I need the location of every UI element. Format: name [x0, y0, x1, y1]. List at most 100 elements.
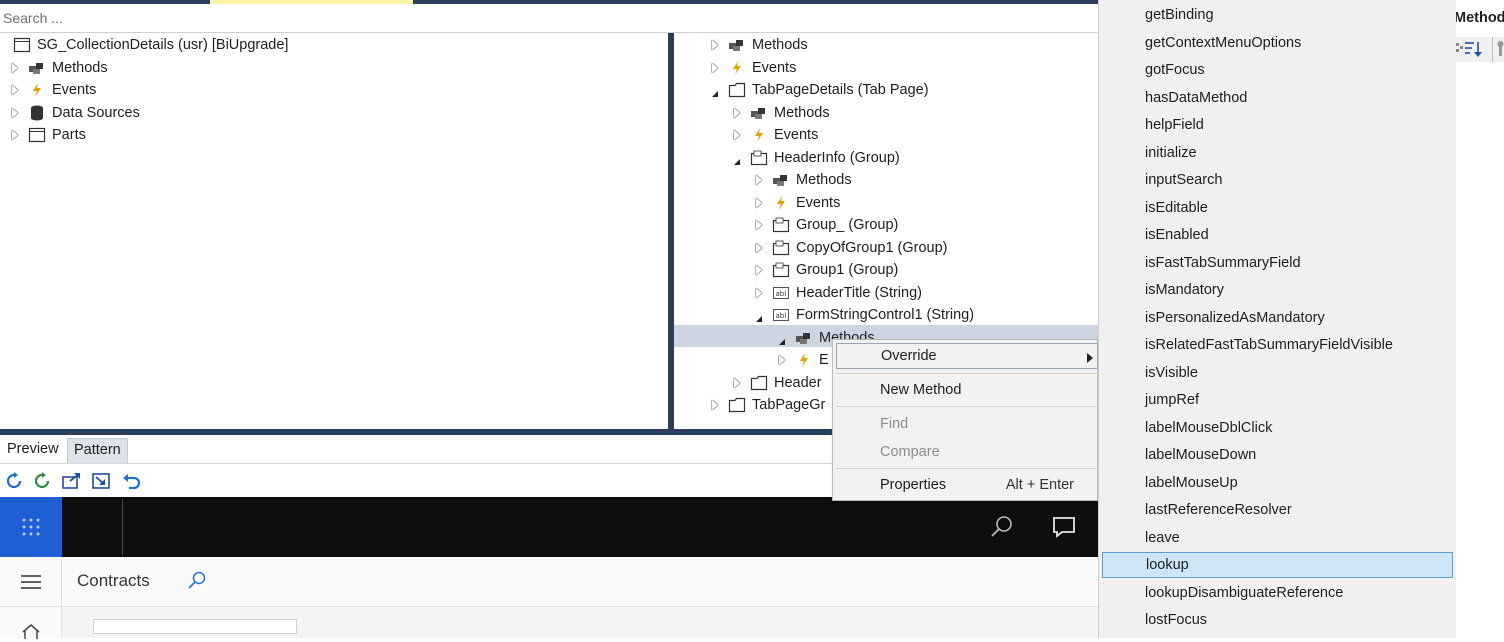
menu-item-properties[interactable]: Properties Alt + Enter [836, 472, 1098, 498]
sync-icon[interactable] [32, 471, 52, 491]
dock-icon[interactable] [92, 471, 112, 491]
method-list-item[interactable]: hasDataMethod [1102, 85, 1453, 111]
method-list-item[interactable]: isEnabled [1102, 222, 1453, 248]
method-list-item[interactable]: gotFocus [1102, 57, 1453, 83]
tree-item-methods[interactable]: Methods [6, 57, 108, 79]
tree-item-parts[interactable]: Parts [6, 124, 86, 146]
tree-item[interactable]: Methods [728, 102, 830, 124]
method-list-item[interactable]: isMandatory [1102, 277, 1453, 303]
tab-pattern[interactable]: Pattern [67, 438, 128, 463]
expand-toggle-icon[interactable] [773, 349, 791, 371]
tree-item[interactable]: CopyOfGroup1 (Group) [750, 237, 948, 259]
menu-item-new-method[interactable]: New Method [836, 377, 1098, 403]
group-icon [749, 149, 769, 167]
expand-toggle-icon[interactable] [706, 394, 724, 416]
tree-item[interactable]: Events [706, 57, 796, 79]
tree-item-label: Events [796, 194, 841, 211]
method-list-item[interactable]: getBinding [1102, 2, 1453, 28]
menu-item-find[interactable]: Find [836, 411, 1098, 437]
expand-toggle-icon[interactable] [750, 282, 768, 304]
method-list-item[interactable]: isRelatedFastTabSummaryFieldVisible [1102, 332, 1453, 358]
search-input[interactable] [0, 4, 1098, 32]
tree-item-data-sources[interactable]: Data Sources [6, 102, 140, 124]
tree-item[interactable]: Header [728, 372, 822, 394]
search-bar [0, 4, 1098, 33]
open-external-icon[interactable] [62, 471, 82, 491]
method-list-item[interactable]: helpField [1102, 112, 1453, 138]
method-list-item[interactable]: initialize [1102, 140, 1453, 166]
method-list-item[interactable]: labelMouseUp [1102, 470, 1453, 496]
method-list-item[interactable]: jumpRef [1102, 387, 1453, 413]
method-list-item[interactable]: isEditable [1102, 195, 1453, 221]
method-list-item[interactable]: lookupDisambiguateReference [1102, 580, 1453, 606]
expand-toggle-icon[interactable] [728, 372, 746, 394]
tree-item-label: Methods [52, 60, 108, 76]
tree-item[interactable]: Methods [750, 169, 852, 191]
wrench-icon[interactable] [1496, 41, 1504, 60]
method-list-item[interactable]: isPersonalizedAsMandatory [1102, 305, 1453, 331]
method-list-item[interactable]: lookup [1102, 552, 1453, 578]
expand-toggle-icon[interactable] [6, 102, 24, 124]
tree-item[interactable]: abl FormStringControl1 (String) [750, 304, 974, 326]
tree-item[interactable]: Group1 (Group) [750, 259, 898, 281]
method-list-item[interactable]: labelMouseDblClick [1102, 415, 1453, 441]
method-list-item[interactable]: inputSearch [1102, 167, 1453, 193]
expand-toggle-icon[interactable] [773, 327, 791, 349]
menu-item-override[interactable]: Override [836, 343, 1098, 369]
tree-item-events[interactable]: Events [6, 79, 96, 101]
expand-toggle-icon[interactable] [750, 214, 768, 236]
expand-toggle-icon[interactable] [728, 124, 746, 146]
expand-toggle-icon[interactable] [6, 57, 24, 79]
filter-input[interactable] [93, 619, 297, 634]
hamburger-menu-icon[interactable] [0, 557, 62, 607]
tree-item[interactable]: abl HeaderTitle (String) [750, 282, 922, 304]
expand-toggle-icon[interactable] [750, 259, 768, 281]
page-search-icon[interactable] [187, 571, 207, 594]
method-list-item[interactable]: leave [1102, 525, 1453, 551]
refresh-icon[interactable] [4, 471, 24, 491]
tree-item[interactable]: Group_ (Group) [750, 214, 898, 236]
tree-item[interactable]: Events [750, 192, 840, 214]
tab-preview[interactable]: Preview [1, 438, 65, 463]
method-list-item[interactable]: lastReferenceResolver [1102, 497, 1453, 523]
tree-item[interactable]: TabPageDetails (Tab Page) [706, 79, 929, 101]
method-list-item[interactable]: labelMouseDown [1102, 442, 1453, 468]
expand-toggle-icon[interactable] [750, 192, 768, 214]
submenu-arrow-icon [1087, 351, 1093, 367]
tree-root[interactable]: SG_CollectionDetails (usr) [BiUpgrade] [12, 34, 288, 56]
expand-toggle-icon[interactable] [6, 124, 24, 146]
undo-icon[interactable] [122, 471, 142, 491]
tab-page-icon [749, 374, 769, 392]
expand-toggle-icon[interactable] [706, 34, 724, 56]
grid-icon[interactable] [1456, 41, 1464, 60]
method-list-item[interactable]: isFastTabSummaryField [1102, 250, 1453, 276]
method-list-item[interactable]: getContextMenuOptions [1102, 30, 1453, 56]
menu-item-label: Find [880, 416, 909, 432]
sort-icon[interactable] [1464, 40, 1484, 61]
expand-toggle-icon[interactable] [750, 304, 768, 326]
tab-page-icon [727, 81, 747, 99]
menu-item-compare[interactable]: Compare [836, 439, 1098, 465]
menu-item-label: New Method [880, 382, 962, 398]
tree-item[interactable]: HeaderInfo (Group) [728, 147, 900, 169]
chat-icon[interactable] [1052, 515, 1076, 542]
tree-item[interactable]: Events [728, 124, 818, 146]
tree-item[interactable]: E [773, 349, 829, 371]
expand-toggle-icon[interactable] [750, 237, 768, 259]
expand-toggle-icon[interactable] [728, 147, 746, 169]
method-list-item[interactable]: lostFocus [1102, 607, 1453, 633]
context-menu: Override New Method Find Compare Propert… [832, 339, 1098, 501]
expand-toggle-icon[interactable] [706, 57, 724, 79]
home-icon[interactable] [21, 623, 41, 642]
tree-item[interactable]: TabPageGr [706, 394, 825, 416]
method-list-item[interactable]: isVisible [1102, 360, 1453, 386]
expand-toggle-icon[interactable] [750, 169, 768, 191]
expand-toggle-icon[interactable] [706, 79, 724, 101]
search-icon[interactable] [990, 515, 1014, 542]
tree-item[interactable]: Methods [706, 34, 808, 56]
tree-item-label: Header [774, 374, 822, 391]
tree-item-label: HeaderTitle (String) [796, 284, 922, 301]
expand-toggle-icon[interactable] [728, 102, 746, 124]
expand-toggle-icon[interactable] [6, 79, 24, 101]
waffle-icon[interactable] [0, 497, 62, 557]
